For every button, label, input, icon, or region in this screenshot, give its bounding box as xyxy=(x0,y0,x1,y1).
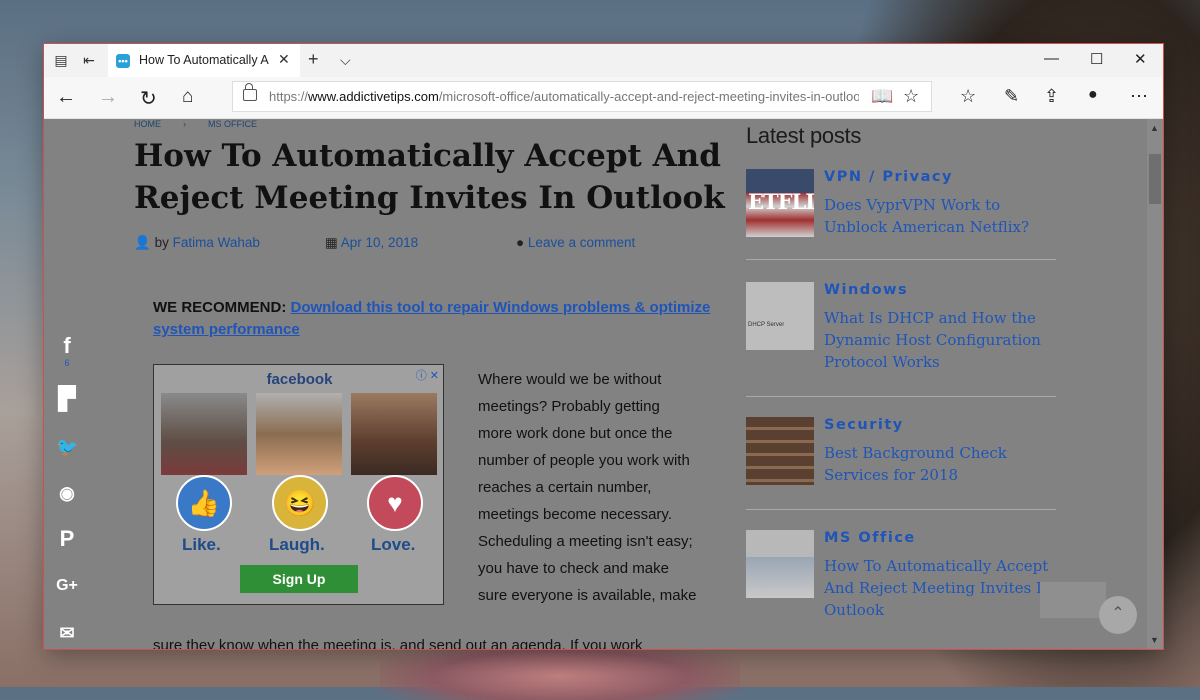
divider xyxy=(746,509,1056,510)
article-title: How To Automatically Accept And Reject M… xyxy=(134,138,725,216)
laugh-emoji-icon: 😆 xyxy=(272,475,328,531)
ad-label-like: Like. xyxy=(182,535,221,554)
ad-photo-3 xyxy=(351,393,437,475)
favicon-icon: ••• xyxy=(116,54,130,68)
post-category[interactable]: Windows xyxy=(824,282,908,298)
extension-icon[interactable]: ● xyxy=(1088,86,1098,104)
calendar-icon: ▦ xyxy=(325,235,338,250)
breadcrumb: HOME › MS OFFICE xyxy=(134,119,279,129)
post-title[interactable]: Does VyprVPN Work to Unblock American Ne… xyxy=(824,194,1054,238)
navigation-bar: ← → ↻ ⌂ https://www.addictivetips.com/mi… xyxy=(44,77,1163,119)
feedback-widget[interactable] xyxy=(1040,582,1106,618)
googleplus-share-icon[interactable]: G+ xyxy=(56,574,78,598)
ad-photo-2 xyxy=(256,393,342,475)
lock-icon xyxy=(243,83,257,101)
scroll-down-icon[interactable]: ▼ xyxy=(1150,635,1159,645)
new-tab-icon[interactable]: + xyxy=(308,49,319,70)
post-thumbnail: ETFLI xyxy=(746,169,815,237)
set-tabs-aside-icon[interactable]: ⇤ xyxy=(80,51,98,69)
email-share-icon[interactable]: ✉ xyxy=(56,621,78,645)
reddit-share-icon[interactable]: ◉ xyxy=(56,481,78,505)
meta-date: ▦ Apr 10, 2018 xyxy=(325,235,418,251)
tab-title: How To Automatically A xyxy=(139,53,269,67)
pinterest-share-icon[interactable]: P xyxy=(56,527,78,551)
ad-label-love: Love. xyxy=(371,535,416,554)
flipboard-share-icon[interactable]: ▛ xyxy=(56,387,78,411)
post-thumbnail xyxy=(746,417,814,485)
maximize-icon[interactable]: ☐ xyxy=(1090,50,1103,68)
comment-link[interactable]: Leave a comment xyxy=(528,235,635,250)
ad-photo-1 xyxy=(161,393,247,475)
scrollbar-thumb[interactable] xyxy=(1149,154,1161,204)
close-window-icon[interactable]: ✕ xyxy=(1134,50,1147,68)
facebook-logo: facebook xyxy=(266,371,333,388)
tab-preview-chevron-icon[interactable]: ⌵ xyxy=(340,52,351,69)
ad-label-laugh: Laugh. xyxy=(269,535,325,554)
share-count: 6 xyxy=(64,358,70,368)
breadcrumb-home[interactable]: HOME xyxy=(134,119,161,129)
latest-posts-heading: Latest posts xyxy=(746,123,862,148)
tabs-aside-icon[interactable]: ▤ xyxy=(52,51,70,69)
date-link[interactable]: Apr 10, 2018 xyxy=(341,235,418,250)
star-icon[interactable]: ☆ xyxy=(903,86,919,107)
tab-active[interactable]: ••• How To Automatically A ✕ xyxy=(108,44,300,77)
minimize-icon[interactable]: — xyxy=(1044,50,1059,67)
forward-arrow-icon[interactable]: → xyxy=(98,86,118,109)
post-title[interactable]: How To Automatically Accept And Reject M… xyxy=(824,555,1054,621)
refresh-icon[interactable]: ↻ xyxy=(140,86,157,111)
url-text[interactable]: https://www.addictivetips.com/microsoft-… xyxy=(269,89,859,104)
article-body-continued: sure they know when the meeting is, and … xyxy=(153,637,643,649)
post-thumbnail: DHCP Server xyxy=(746,282,814,350)
ad-info-icon[interactable]: ⓘ ✕ xyxy=(416,367,439,383)
twitter-share-icon[interactable]: 🐦 xyxy=(56,435,78,459)
post-thumbnail xyxy=(746,530,814,598)
post-title[interactable]: What Is DHCP and How the Dynamic Host Co… xyxy=(824,307,1054,373)
scroll-to-top-button[interactable]: ⌃ xyxy=(1099,596,1137,634)
author-link[interactable]: Fatima Wahab xyxy=(173,235,260,250)
comment-icon: ● xyxy=(516,235,525,250)
post-category[interactable]: VPN / Privacy xyxy=(824,169,953,185)
user-icon: 👤 xyxy=(134,235,151,250)
pen-icon[interactable]: ✎ xyxy=(1004,86,1019,107)
scroll-up-icon[interactable]: ▲ xyxy=(1150,123,1159,133)
back-arrow-icon[interactable]: ← xyxy=(56,86,76,109)
reading-view-icon[interactable]: 📖 xyxy=(871,86,893,107)
post-title[interactable]: Best Background Check Services for 2018 xyxy=(824,442,1054,486)
meta-comment: ● Leave a comment xyxy=(516,235,635,250)
browser-window: ▤ ⇤ ••• How To Automatically A ✕ + ⌵ — ☐… xyxy=(44,44,1163,649)
desktop-background-flower xyxy=(380,640,740,700)
tab-bar: ▤ ⇤ ••• How To Automatically A ✕ + ⌵ — ☐… xyxy=(44,44,1163,77)
thumbs-up-icon: 👍 xyxy=(176,475,232,531)
facebook-share-icon[interactable]: f6 xyxy=(56,334,78,369)
meta-author: 👤 by Fatima Wahab xyxy=(134,235,260,250)
recommend-box: WE RECOMMEND: Download this tool to repa… xyxy=(153,299,711,338)
more-icon[interactable]: ⋯ xyxy=(1130,86,1148,107)
divider xyxy=(746,259,1056,260)
home-icon[interactable]: ⌂ xyxy=(182,86,193,108)
close-tab-icon[interactable]: ✕ xyxy=(278,51,290,68)
favorites-hub-icon[interactable]: ☆ xyxy=(960,86,976,107)
breadcrumb-ms-office[interactable]: MS OFFICE xyxy=(208,119,257,129)
breadcrumb-separator-icon: › xyxy=(183,119,186,129)
share-icon[interactable]: ⇪ xyxy=(1044,86,1059,107)
article-body: Where would we be without meetings? Prob… xyxy=(478,371,697,604)
ad-signup-button[interactable]: Sign Up xyxy=(240,565,358,593)
heart-icon: ♥ xyxy=(367,475,423,531)
post-category[interactable]: MS Office xyxy=(824,530,916,546)
divider xyxy=(746,396,1056,397)
post-category[interactable]: Security xyxy=(824,417,904,433)
vertical-scrollbar[interactable]: ▲ ▼ xyxy=(1147,119,1163,649)
page-content: HOME › MS OFFICE How To Automatically Acce… xyxy=(44,119,1147,649)
facebook-ad[interactable]: facebook ⓘ ✕ 👍 😆 ♥ Like. Laugh. Love. Si… xyxy=(153,364,444,605)
address-bar[interactable]: https://www.addictivetips.com/microsoft-… xyxy=(232,81,932,112)
